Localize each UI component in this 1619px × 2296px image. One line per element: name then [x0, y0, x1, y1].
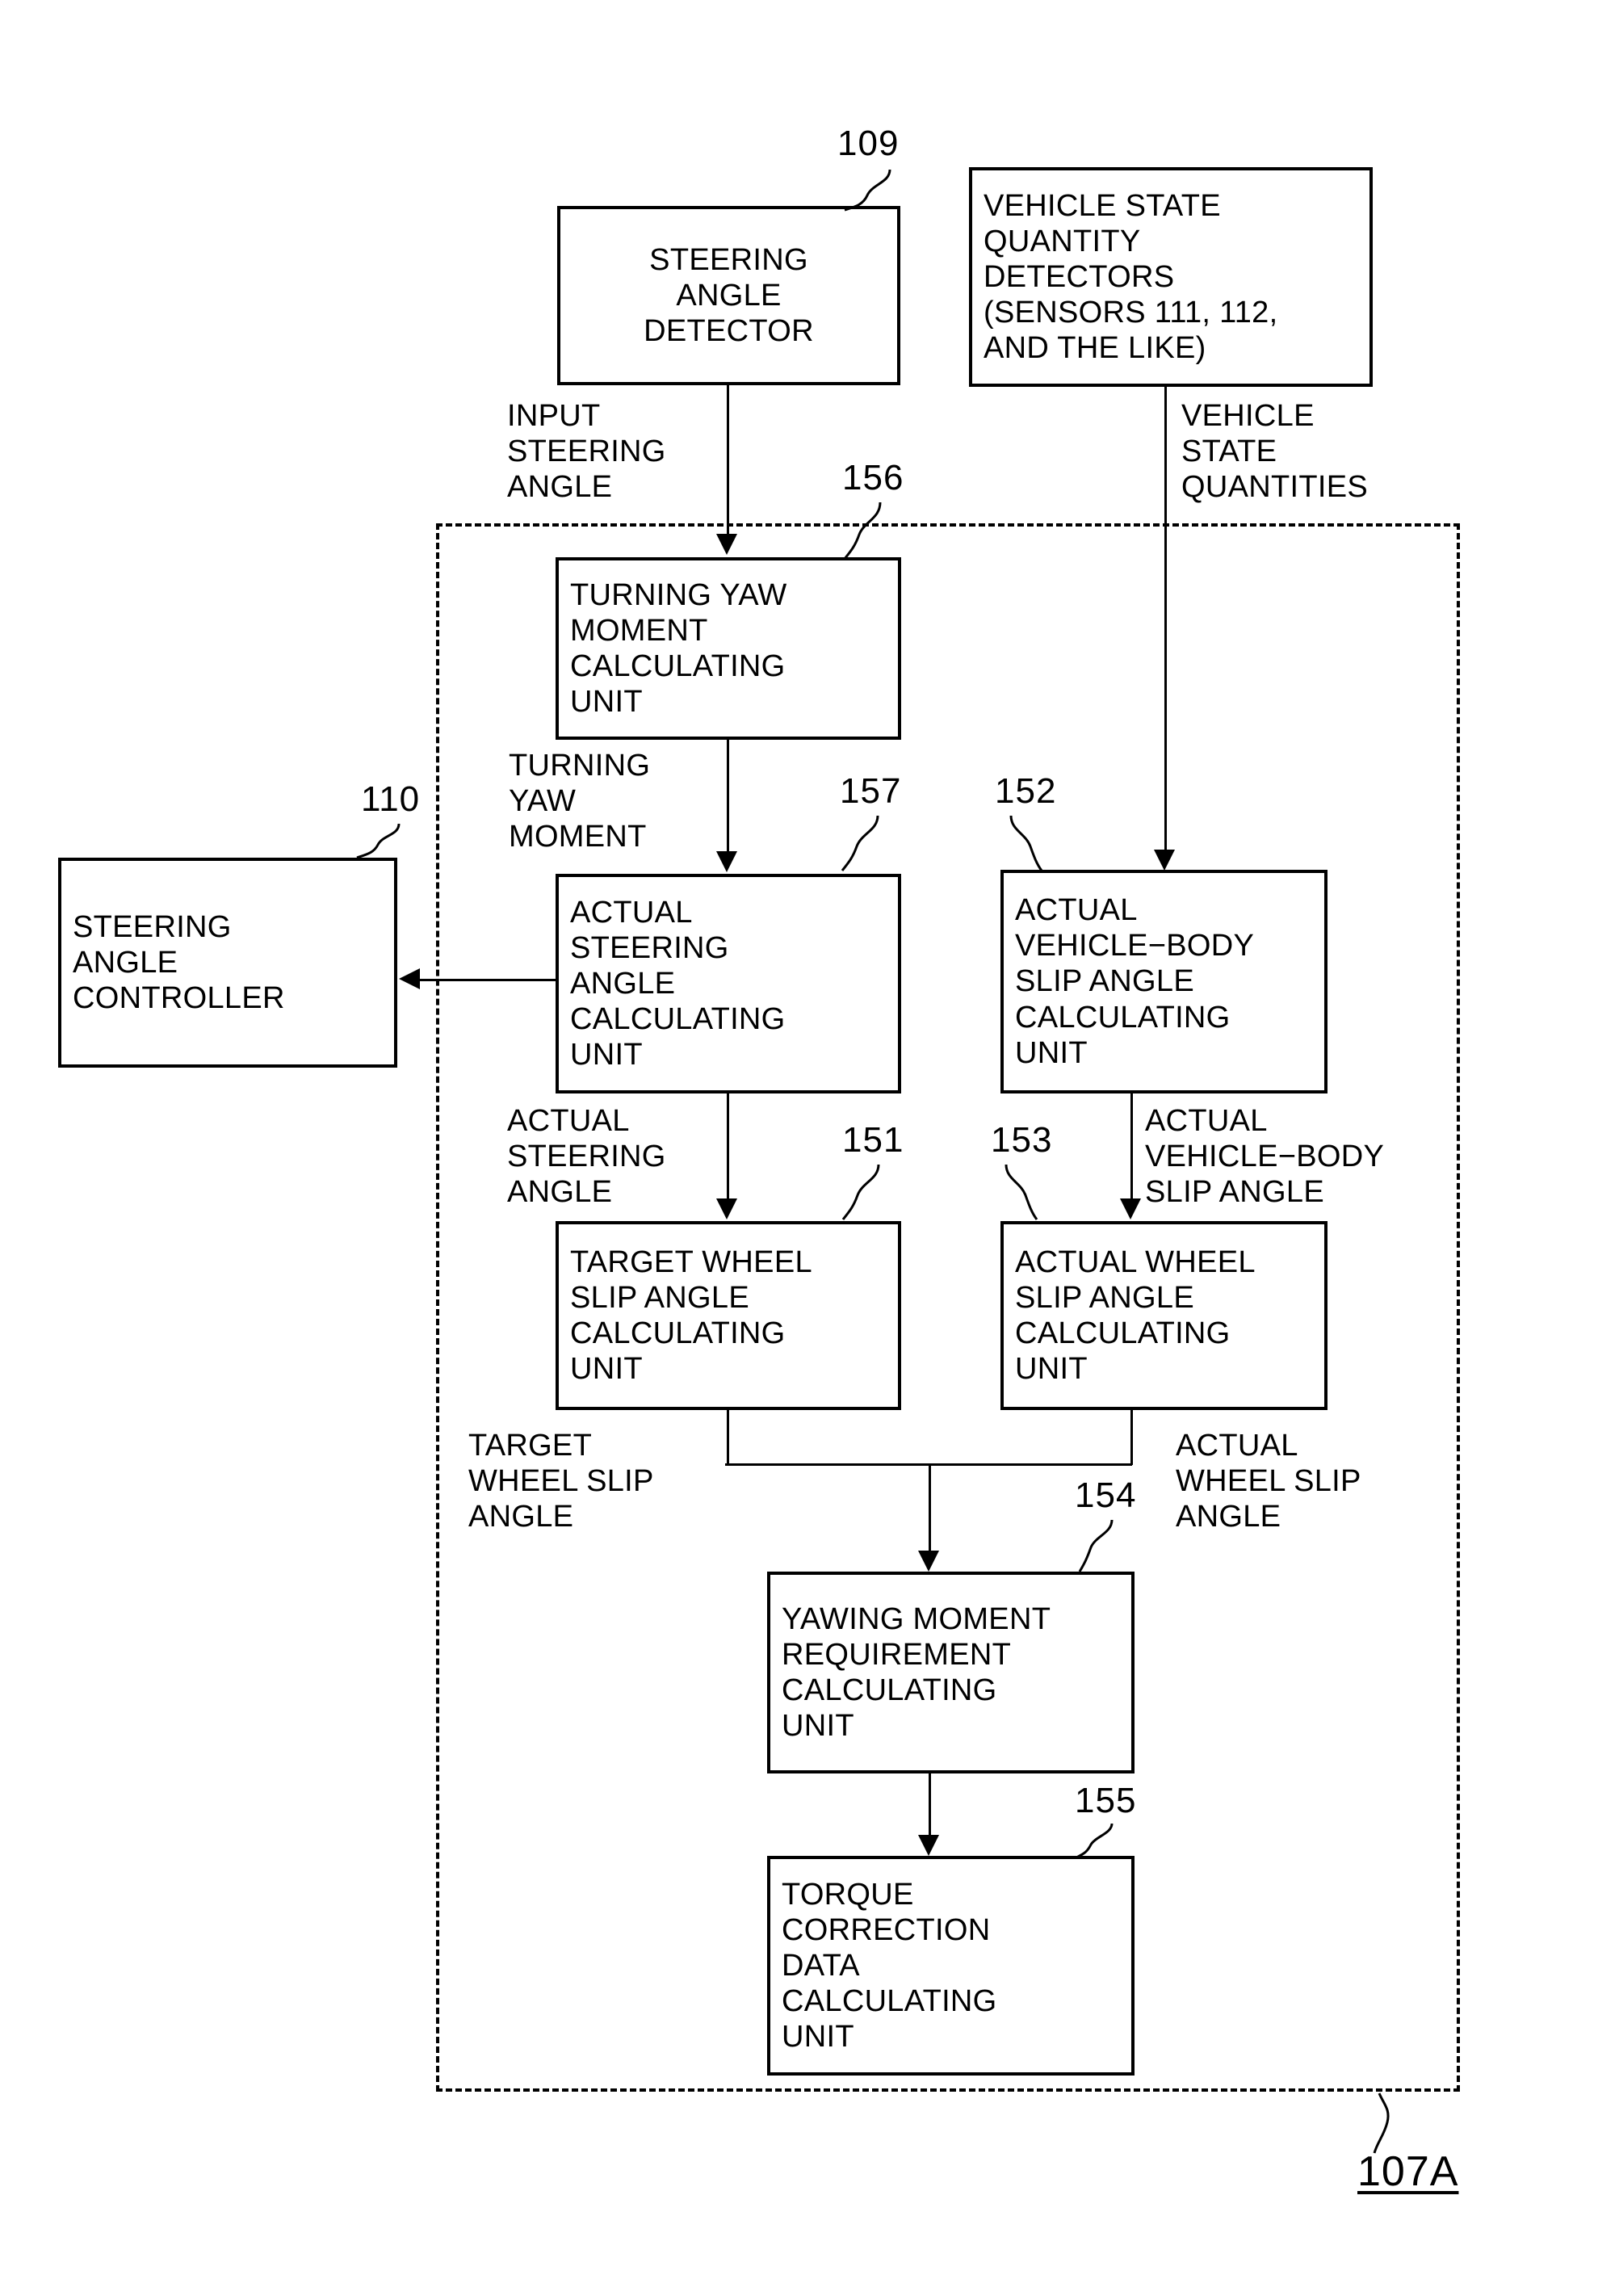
- block-line: CALCULATING: [782, 1984, 997, 2019]
- label-turning-yaw-moment: TURNING YAW MOMENT: [509, 749, 651, 854]
- leader-line-110: [356, 823, 401, 859]
- block-line: UNIT: [570, 1038, 643, 1072]
- block-line: UNIT: [782, 1709, 854, 1744]
- connector-turning-yaw-to-actual-steering-angle: [727, 740, 729, 851]
- label-vehicle-state-quantities: VEHICLE STATE QUANTITIES: [1181, 399, 1369, 505]
- arrow-into-torque-correction-unit: [918, 1835, 939, 1856]
- block-line: TORQUE: [782, 1877, 914, 1912]
- block-target-wheel-slip-angle-calculating-unit[interactable]: TARGET WHEEL SLIP ANGLE CALCULATING UNIT: [556, 1221, 901, 1410]
- connector-actual-steering-angle-to-controller: [420, 979, 557, 981]
- block-line: STEERING: [649, 242, 808, 277]
- block-steering-angle-controller[interactable]: STEERING ANGLE CONTROLLER: [58, 858, 397, 1068]
- block-line: CONTROLLER: [73, 981, 285, 1016]
- connector-vehicle-state-to-slip-angle-unit: [1164, 387, 1167, 850]
- block-torque-correction-data-calculating-unit[interactable]: TORQUE CORRECTION DATA CALCULATING UNIT: [767, 1856, 1135, 2076]
- leader-line-153: [1005, 1164, 1038, 1220]
- block-line: SLIP ANGLE: [1015, 964, 1194, 999]
- block-line: VEHICLE−BODY: [1015, 929, 1255, 963]
- block-line: TURNING YAW: [570, 577, 787, 612]
- ref-numeral-154: 154: [1075, 1475, 1137, 1515]
- block-line: SLIP ANGLE: [570, 1280, 749, 1315]
- block-line: (SENSORS 111, 112,: [984, 296, 1278, 330]
- block-yawing-moment-requirement-calculating-unit[interactable]: YAWING MOMENT REQUIREMENT CALCULATING UN…: [767, 1572, 1135, 1773]
- block-line: CALCULATING: [570, 1002, 786, 1037]
- label-actual-vehicle-body-slip-angle: ACTUAL VEHICLE−BODY SLIP ANGLE: [1145, 1104, 1385, 1210]
- block-line: CALCULATING: [1015, 1000, 1231, 1035]
- block-actual-steering-angle-calculating-unit[interactable]: ACTUAL STEERING ANGLE CALCULATING UNIT: [556, 874, 901, 1093]
- leader-line-107A: [1373, 2092, 1390, 2154]
- ref-numeral-156: 156: [842, 458, 904, 497]
- block-line: QUANTITY: [984, 224, 1141, 258]
- connector-actual-steering-angle-to-target-wheel-slip: [727, 1093, 729, 1198]
- block-line: DETECTOR: [644, 314, 814, 349]
- block-line: ACTUAL: [1015, 893, 1138, 928]
- arrow-into-turning-yaw-moment-unit: [716, 534, 737, 555]
- arrow-into-actual-wheel-slip-unit: [1120, 1198, 1141, 1219]
- arrow-into-steering-angle-controller: [399, 968, 420, 989]
- block-line: CALCULATING: [570, 1316, 786, 1350]
- label-actual-wheel-slip-angle: ACTUAL WHEEL SLIP ANGLE: [1176, 1429, 1361, 1534]
- block-line: UNIT: [1015, 1352, 1088, 1387]
- block-vehicle-state-quantity-detectors[interactable]: VEHICLE STATE QUANTITY DETECTORS (SENSOR…: [969, 167, 1373, 387]
- block-turning-yaw-moment-calculating-unit[interactable]: TURNING YAW MOMENT CALCULATING UNIT: [556, 557, 901, 740]
- block-actual-wheel-slip-angle-calculating-unit[interactable]: ACTUAL WHEEL SLIP ANGLE CALCULATING UNIT: [1000, 1221, 1327, 1410]
- ref-numeral-107A: 107A: [1357, 2148, 1459, 2195]
- leader-line-154: [1078, 1519, 1114, 1572]
- connector-target-wheel-slip-down: [727, 1410, 729, 1465]
- leader-line-155: [1076, 1823, 1114, 1859]
- block-line: UNIT: [1015, 1035, 1088, 1070]
- leader-line-151: [841, 1164, 880, 1220]
- connector-actual-wheel-slip-down: [1130, 1410, 1133, 1465]
- block-line: CALCULATING: [570, 649, 786, 683]
- block-line: CORRECTION: [782, 1912, 991, 1947]
- ref-numeral-109: 109: [837, 124, 900, 163]
- block-line: DETECTORS: [984, 259, 1175, 294]
- ref-numeral-155: 155: [1075, 1781, 1137, 1820]
- block-line: MOMENT: [570, 613, 708, 648]
- block-line: STEERING: [570, 930, 729, 965]
- block-line: ANGLE: [570, 966, 676, 1001]
- block-line: UNIT: [782, 2020, 854, 2055]
- arrow-into-yawing-moment-unit: [918, 1551, 939, 1572]
- leader-line-109: [844, 169, 891, 212]
- label-input-steering-angle: INPUT STEERING ANGLE: [507, 399, 666, 505]
- block-line: AND THE LIKE): [984, 331, 1206, 366]
- connector-merge-to-yawing-moment-unit: [929, 1463, 931, 1551]
- leader-line-156: [843, 502, 882, 560]
- ref-numeral-110: 110: [361, 779, 421, 819]
- ref-numeral-151: 151: [842, 1120, 904, 1160]
- block-actual-vehicle-body-slip-angle-calculating-unit[interactable]: ACTUAL VEHICLE−BODY SLIP ANGLE CALCULATI…: [1000, 870, 1327, 1093]
- arrow-into-actual-vehicle-body-slip-unit: [1154, 850, 1175, 871]
- leader-line-157: [841, 815, 879, 871]
- label-actual-steering-angle: ACTUAL STEERING ANGLE: [507, 1104, 666, 1210]
- block-line: CALCULATING: [782, 1673, 997, 1707]
- block-line: DATA: [782, 1948, 860, 1983]
- leader-line-152: [1009, 815, 1043, 871]
- label-target-wheel-slip-angle: TARGET WHEEL SLIP ANGLE: [468, 1429, 654, 1534]
- block-line: VEHICLE STATE: [984, 188, 1221, 223]
- connector-vehicle-body-slip-to-actual-wheel-slip: [1130, 1093, 1133, 1198]
- block-line: REQUIREMENT: [782, 1637, 1012, 1672]
- block-line: UNIT: [570, 685, 643, 720]
- arrow-into-actual-steering-angle-unit: [716, 851, 737, 872]
- connector-yawing-moment-to-torque-correction: [929, 1773, 931, 1835]
- block-line: YAWING MOMENT: [782, 1601, 1051, 1636]
- block-line: UNIT: [570, 1352, 643, 1387]
- block-line: CALCULATING: [1015, 1316, 1231, 1350]
- block-line: ACTUAL: [570, 895, 693, 930]
- block-steering-angle-detector[interactable]: STEERING ANGLE DETECTOR: [557, 206, 900, 385]
- ref-numeral-152: 152: [995, 771, 1057, 811]
- ref-numeral-153: 153: [991, 1120, 1053, 1160]
- block-line: ANGLE: [73, 945, 178, 980]
- arrow-into-target-wheel-slip-unit: [716, 1198, 737, 1219]
- patent-figure-page: STEERING ANGLE DETECTOR VEHICLE STATE QU…: [0, 0, 1619, 2296]
- block-line: ACTUAL WHEEL: [1015, 1245, 1256, 1279]
- ref-numeral-157: 157: [840, 771, 902, 811]
- block-line: SLIP ANGLE: [1015, 1280, 1194, 1315]
- connector-steering-detector-to-turning-yaw: [727, 385, 729, 534]
- block-line: ANGLE: [676, 278, 782, 313]
- block-line: STEERING: [73, 909, 232, 944]
- block-line: TARGET WHEEL: [570, 1245, 812, 1279]
